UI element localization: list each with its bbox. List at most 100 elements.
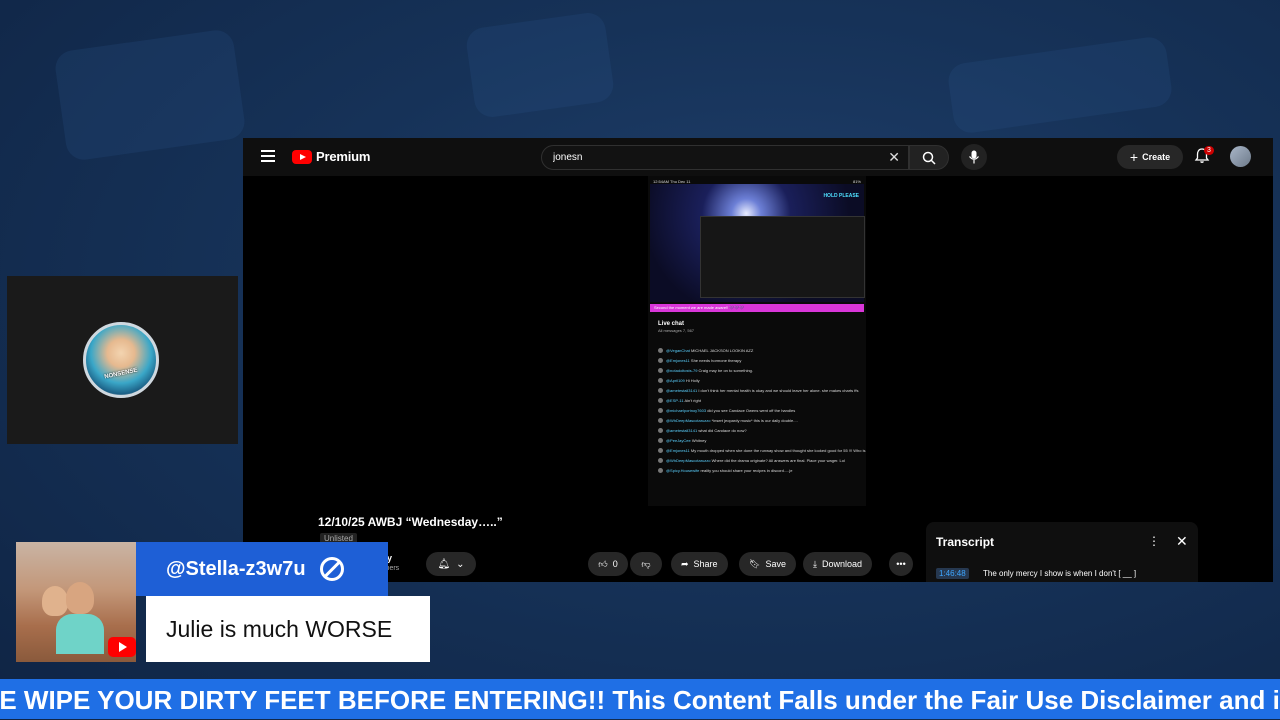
ban-icon	[319, 557, 344, 581]
live-chat-row: @Emjones11 She needs hormone therapy	[658, 358, 741, 366]
bookmark-icon: 🔖︎	[749, 558, 761, 569]
account-avatar[interactable]	[1230, 146, 1251, 167]
video-player[interactable]: 12:54AM Thu Dec 11 81% HOLD PLEASE Secon…	[243, 176, 1273, 506]
live-chat-row: @notadoltosts-79 Craig may be on to some…	[658, 368, 753, 376]
user-avatar-icon	[658, 378, 663, 384]
hold-please-text: HOLD PLEASE	[823, 193, 859, 199]
chat-text: Ain't right	[684, 398, 702, 403]
user-avatar-icon	[658, 458, 663, 464]
phone-time: 12:54AM Thu Dec 11	[653, 179, 691, 184]
youtube-header: Premium ✕ + Create 3	[243, 138, 1273, 176]
transcript-timestamp[interactable]: 1:46:48	[936, 568, 969, 579]
live-chat-row: @WhDeepMascotaruzzo Where did the drama …	[658, 458, 845, 466]
share-label: Share	[693, 559, 718, 569]
chat-username: @ametestall3141	[666, 388, 698, 393]
notification-badge: 3	[1204, 146, 1214, 155]
user-avatar-icon	[658, 448, 663, 454]
channel-avatar: NONSENSE	[83, 322, 159, 398]
chat-username: @michaelportnoy7603	[666, 408, 707, 413]
search-button[interactable]	[909, 145, 949, 170]
kebab-menu-icon[interactable]: ⋮	[1148, 534, 1160, 548]
user-avatar-icon	[658, 428, 663, 434]
download-button[interactable]: ⤓ Download	[803, 552, 873, 576]
download-icon: ⤓	[813, 558, 817, 569]
plus-icon: +	[1129, 149, 1139, 165]
live-chat-row: @ESP-11 Ain't right	[658, 398, 701, 406]
close-icon[interactable]: ✕	[1176, 533, 1188, 550]
live-chat-row: @April109 Hi Holly	[658, 378, 700, 386]
chat-username: @April109	[666, 378, 685, 383]
live-chat-row: @Spicy.Housewife reality you should shar…	[658, 468, 793, 476]
stream-banner-image: HOLD PLEASE	[650, 184, 865, 302]
create-button[interactable]: + Create	[1117, 145, 1183, 169]
scrolling-ticker: SE WIPE YOUR DIRTY FEET BEFORE ENTERING!…	[0, 679, 1280, 719]
chat-text: She needs hormone therapy	[690, 358, 742, 363]
dislike-button[interactable]: 👎︎	[630, 552, 662, 576]
chat-username: @WhDeepMascotaruzzo	[666, 418, 711, 423]
subscription-bell-button[interactable]: 🔔︎ ⌄	[426, 552, 476, 576]
voice-search-button[interactable]	[961, 144, 987, 170]
more-actions-button[interactable]: •••	[889, 552, 913, 576]
overlay-message: Julie is much WORSE	[146, 596, 430, 662]
chevron-down-icon: ⌄	[456, 558, 465, 570]
youtube-window: Premium ✕ + Create 3 12:54AM Thu Dec 11 …	[243, 138, 1273, 582]
like-count: 0	[612, 559, 618, 569]
chat-text: I don't think her mental health is okay …	[698, 388, 859, 393]
chat-text: reality you should share your recipes in…	[700, 468, 793, 473]
phone-battery: 81%	[852, 179, 861, 184]
chat-username: @Emjones11	[666, 358, 690, 363]
chat-text: My mouth dropped when she done the runwa…	[690, 448, 866, 453]
microphone-icon	[969, 150, 979, 164]
share-button[interactable]: ➦ Share	[671, 552, 728, 576]
like-button[interactable]: 👍︎ 0	[588, 552, 628, 576]
pink-banner: Second the moment we are made aware!! 💜💜…	[650, 304, 864, 312]
user-avatar-icon	[658, 468, 663, 474]
nested-screen	[700, 216, 865, 298]
user-avatar-icon	[658, 348, 663, 354]
user-avatar-icon	[658, 368, 663, 374]
video-title: 12/10/25 AWBJ “Wednesday…..”	[318, 515, 503, 529]
live-chat-row: @WhDeepMascotaruzzo *insert jeopardy mus…	[658, 418, 798, 426]
transcript-panel: Transcript ⋮ ✕ 1:46:48 The only mercy I …	[926, 522, 1198, 582]
hamburger-menu-icon[interactable]	[261, 150, 275, 162]
user-avatar-icon	[658, 358, 663, 364]
overlay-username: @Stella-z3w7u	[166, 557, 306, 580]
transcript-line[interactable]: The only mercy I show is when I don't [ …	[983, 569, 1136, 578]
youtube-play-icon	[292, 149, 312, 164]
user-avatar-icon	[658, 398, 663, 404]
chat-text: Whitney	[691, 438, 707, 443]
live-chat-title: Live chat	[658, 321, 685, 327]
bell-icon: 🔔︎	[437, 558, 451, 570]
live-chat-row: @michaelportnoy7603 did you see Candace …	[658, 408, 795, 416]
youtube-icon	[108, 637, 136, 657]
chat-text: did you see Candace Owens went off the h…	[707, 408, 796, 413]
live-chat-row: @VeganChat MICHAEL JACKSON LOOKIN AZZ	[658, 348, 753, 356]
chat-username: @Spicy.Housewife	[666, 468, 700, 473]
logo-text: Premium	[316, 149, 371, 164]
avatar-text: NONSENSE	[103, 367, 139, 381]
chat-text: Where did the drama originate? All answe…	[711, 458, 845, 463]
search-input[interactable]	[542, 146, 872, 169]
share-icon: ➦	[681, 558, 689, 569]
search-icon	[922, 151, 936, 165]
save-button[interactable]: 🔖︎ Save	[739, 552, 796, 576]
user-avatar-icon	[658, 418, 663, 424]
chat-username: @notadoltosts-79	[666, 368, 698, 373]
user-avatar-icon	[658, 388, 663, 394]
webcam-box: NONSENSE	[7, 276, 238, 444]
live-chat-row: @ametestall3141 I don't think her mental…	[658, 388, 858, 396]
chat-text: Hi Holly	[685, 378, 700, 383]
live-chat-row: @PeeJayCee Whitney	[658, 438, 706, 446]
save-label: Save	[765, 559, 786, 569]
video-frame-phone-screen: 12:54AM Thu Dec 11 81% HOLD PLEASE Secon…	[648, 176, 866, 506]
close-icon[interactable]: ✕	[888, 149, 900, 166]
chat-username: @VeganChat	[666, 348, 690, 353]
live-chat-row: @Emjones11 My mouth dropped when she don…	[658, 448, 866, 456]
chat-text: what did Candace do now?	[698, 428, 747, 433]
user-avatar-icon	[658, 408, 663, 414]
background-shape	[464, 10, 616, 120]
youtube-premium-logo[interactable]: Premium	[292, 149, 370, 164]
chat-username: @PeeJayCee	[666, 438, 691, 443]
chat-username: @ESP-11	[666, 398, 684, 403]
more-horizontal-icon: •••	[896, 559, 906, 569]
